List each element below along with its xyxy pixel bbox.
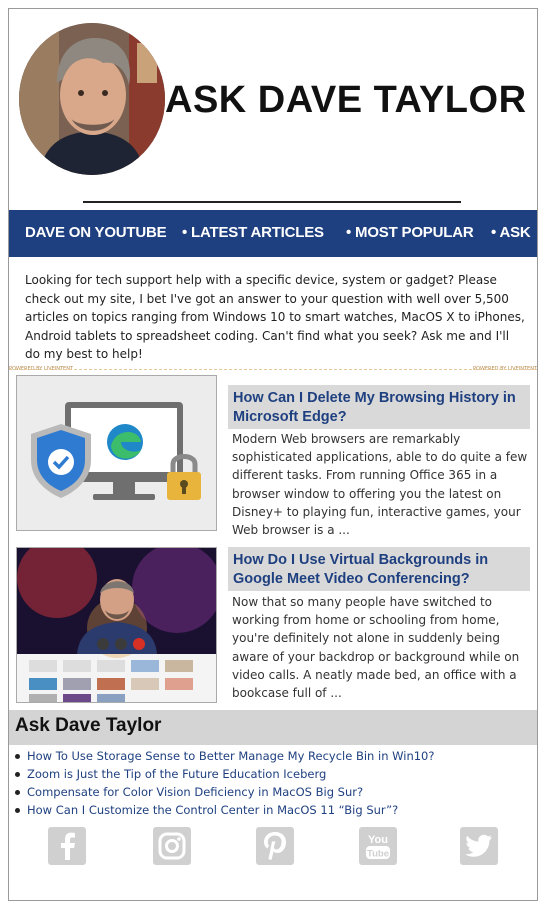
svg-text:Tube: Tube — [367, 849, 389, 860]
nav-item-most-popular[interactable]: • MOST POPULAR — [346, 224, 474, 241]
nav-item-dave-on-youtube[interactable]: DAVE ON YOUTUBE — [25, 224, 167, 241]
article-thumbnail-edge[interactable] — [16, 375, 217, 531]
list-item-link[interactable]: Compensate for Color Vision Deficiency i… — [13, 783, 533, 801]
intro-text: Looking for tech support help with a spe… — [25, 273, 525, 362]
header-divider — [83, 201, 461, 203]
list-item-link[interactable]: How Can I Customize the Control Center i… — [13, 801, 533, 819]
instagram-icon[interactable] — [153, 827, 191, 865]
nav-item-latest-articles[interactable]: • LATEST ARTICLES — [182, 224, 324, 241]
header: ASK DAVE TAYLOR — [9, 9, 537, 209]
article-thumbnail-google-meet[interactable] — [16, 547, 217, 703]
recent-links-list: How To Use Storage Sense to Better Manag… — [13, 747, 533, 819]
list-item-link[interactable]: How To Use Storage Sense to Better Manag… — [13, 747, 533, 765]
facebook-icon[interactable] — [48, 827, 86, 865]
youtube-icon[interactable]: You Tube — [359, 827, 397, 865]
ad-divider — [9, 369, 537, 370]
list-item-link[interactable]: Zoom is Just the Tip of the Future Educa… — [13, 765, 533, 783]
article-title-box: How Can I Delete My Browsing History in … — [228, 385, 530, 429]
twitter-icon[interactable] — [460, 827, 498, 865]
article-excerpt: Now that so many people have switched to… — [232, 595, 520, 701]
nav-item-ask[interactable]: • ASK — [491, 224, 531, 241]
section-title: Ask Dave Taylor — [15, 715, 162, 736]
site-title[interactable]: ASK DAVE TAYLOR — [165, 79, 527, 122]
section-header: Ask Dave Taylor — [9, 710, 537, 745]
newsletter-frame: ASK DAVE TAYLOR DAVE ON YOUTUBE • LATEST… — [8, 8, 538, 901]
article-title-box: How Do I Use Virtual Backgrounds in Goog… — [228, 547, 530, 591]
article-title-link[interactable]: How Do I Use Virtual Backgrounds in Goog… — [233, 551, 525, 588]
article-excerpt: Modern Web browsers are remarkably sophi… — [232, 432, 528, 538]
pinterest-icon[interactable] — [256, 827, 294, 865]
article-title-link[interactable]: How Can I Delete My Browsing History in … — [233, 389, 525, 426]
author-avatar[interactable] — [19, 23, 165, 175]
top-navigation: DAVE ON YOUTUBE • LATEST ARTICLES • MOST… — [9, 210, 537, 257]
svg-text:You: You — [368, 834, 388, 846]
